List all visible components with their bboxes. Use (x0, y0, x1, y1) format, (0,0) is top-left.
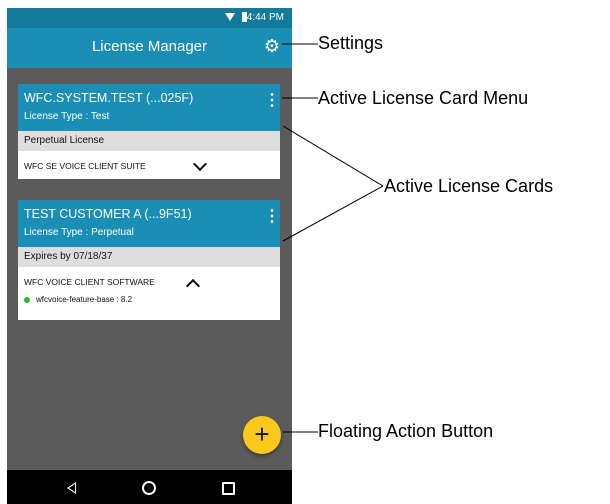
callout-card-menu: Active License Card Menu (318, 88, 529, 108)
card1-leader-line (282, 125, 384, 187)
callout-cards: Active License Cards (384, 176, 554, 196)
callout-lines (282, 43, 384, 433)
card2-leader-line (282, 185, 384, 242)
callout-fab: Floating Action Button (318, 421, 494, 441)
callout-settings: Settings (318, 33, 384, 53)
